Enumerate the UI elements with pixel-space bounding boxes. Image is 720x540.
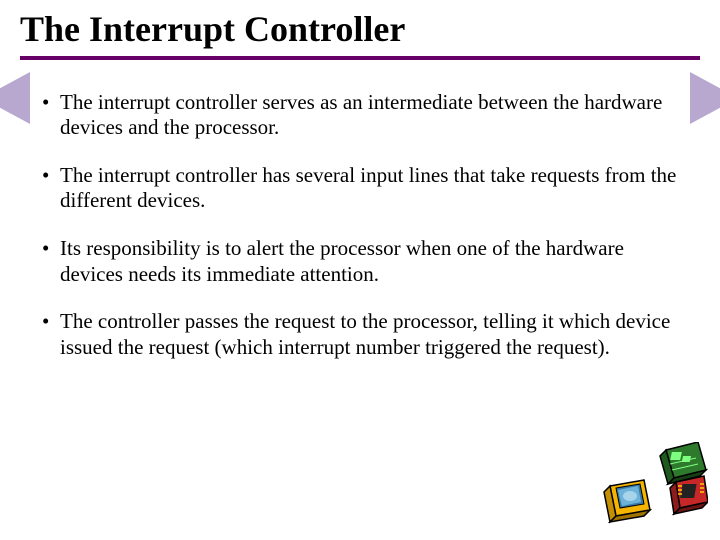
next-arrow-icon[interactable] [690, 72, 720, 124]
list-item: The controller passes the request to the… [42, 309, 678, 360]
content-area: The interrupt controller serves as an in… [0, 60, 720, 361]
list-item: The interrupt controller serves as an in… [42, 90, 678, 141]
bullet-list: The interrupt controller serves as an in… [42, 90, 678, 361]
list-item: Its responsibility is to alert the proce… [42, 236, 678, 287]
computer-blocks-icon [598, 442, 708, 532]
title-underline [20, 56, 700, 60]
page-title: The Interrupt Controller [20, 10, 700, 50]
prev-arrow-icon[interactable] [0, 72, 30, 124]
title-area: The Interrupt Controller [0, 0, 720, 60]
list-item: The interrupt controller has several inp… [42, 163, 678, 214]
